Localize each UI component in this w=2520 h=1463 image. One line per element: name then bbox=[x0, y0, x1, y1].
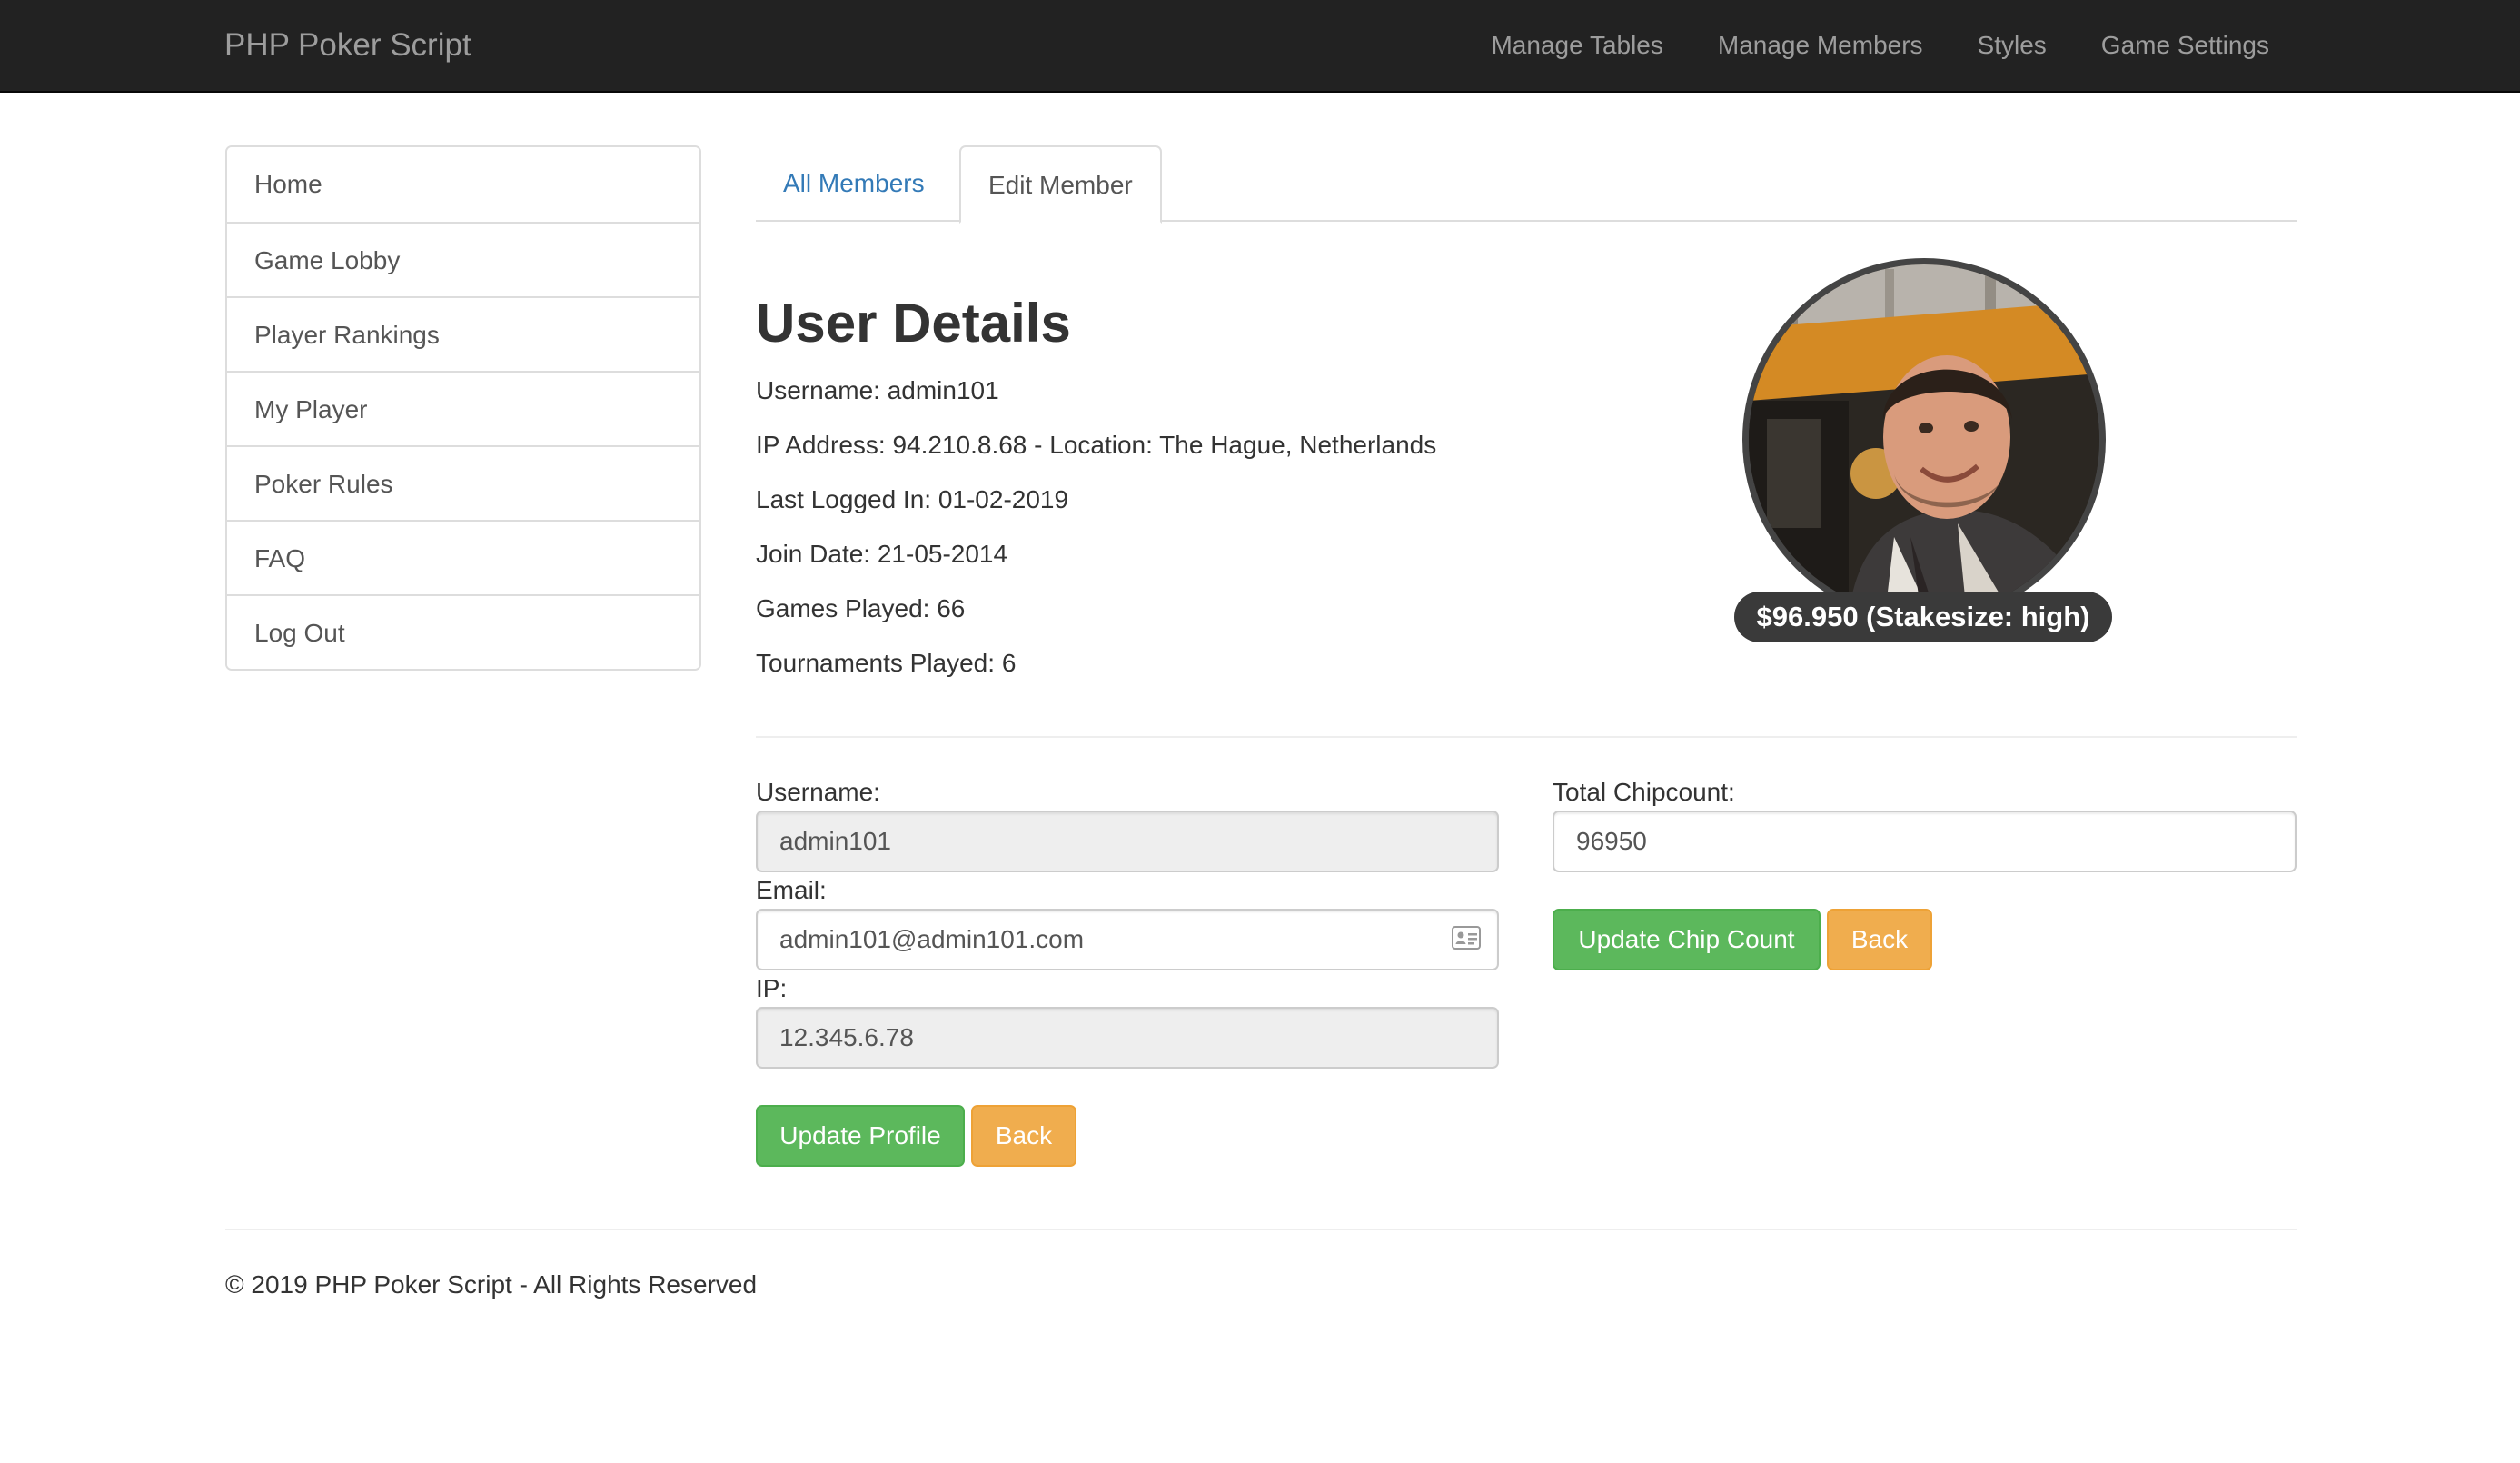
back-button[interactable]: Back bbox=[971, 1105, 1076, 1167]
ip-field[interactable] bbox=[756, 1007, 1499, 1069]
nav-manage-tables[interactable]: Manage Tables bbox=[1491, 27, 1662, 64]
nav-links: Manage Tables Manage Members Styles Game… bbox=[1491, 27, 2269, 64]
member-tabs: All Members Edit Member bbox=[756, 145, 2297, 224]
update-profile-button[interactable]: Update Profile bbox=[756, 1105, 965, 1167]
sidebar-menu: Home Game Lobby Player Rankings My Playe… bbox=[225, 145, 701, 671]
sidebar-item-home[interactable]: Home bbox=[227, 147, 699, 222]
chip-back-button[interactable]: Back bbox=[1827, 909, 1932, 970]
update-chip-count-button[interactable]: Update Chip Count bbox=[1553, 909, 1821, 970]
detail-tournaments-played: Tournaments Played: 6 bbox=[756, 649, 1017, 677]
tab-edit-member[interactable]: Edit Member bbox=[959, 145, 1162, 224]
ip-label: IP: bbox=[756, 974, 788, 1002]
email-label: Email: bbox=[756, 876, 827, 904]
username-label: Username: bbox=[756, 778, 880, 806]
sidebar-item-poker-rules[interactable]: Poker Rules bbox=[227, 445, 699, 520]
sidebar-item-game-lobby[interactable]: Game Lobby bbox=[227, 222, 699, 296]
username-field[interactable] bbox=[756, 811, 1499, 872]
chipcount-field[interactable] bbox=[1553, 811, 2297, 872]
detail-username: Username: admin101 bbox=[756, 376, 999, 404]
top-navbar: PHP Poker Script Manage Tables Manage Me… bbox=[0, 0, 2520, 93]
chip-count-badge: $96.950 (Stakesize: high) bbox=[1734, 592, 2112, 642]
detail-last-logged: Last Logged In: 01-02-2019 bbox=[756, 485, 1069, 513]
sidebar-item-my-player[interactable]: My Player bbox=[227, 371, 699, 445]
footer-divider bbox=[225, 1229, 2297, 1230]
nav-game-settings[interactable]: Game Settings bbox=[2101, 27, 2269, 64]
avatar bbox=[1742, 258, 2106, 622]
contact-card-icon bbox=[1452, 926, 1481, 950]
nav-styles[interactable]: Styles bbox=[1978, 27, 2047, 64]
sidebar-item-faq[interactable]: FAQ bbox=[227, 520, 699, 594]
tab-all-members[interactable]: All Members bbox=[756, 145, 952, 222]
footer-copyright: © 2019 PHP Poker Script - All Rights Res… bbox=[225, 1270, 758, 1299]
chipcount-label: Total Chipcount: bbox=[1553, 778, 1735, 806]
detail-join-date: Join Date: 21-05-2014 bbox=[756, 540, 1008, 568]
section-divider bbox=[756, 736, 2297, 738]
email-field[interactable] bbox=[756, 909, 1499, 970]
detail-games-played: Games Played: 66 bbox=[756, 594, 966, 622]
sidebar-item-player-rankings[interactable]: Player Rankings bbox=[227, 296, 699, 371]
page-title: User Details bbox=[756, 293, 1071, 353]
avatar-photo bbox=[1749, 264, 2099, 615]
sidebar-item-log-out[interactable]: Log Out bbox=[227, 594, 699, 669]
detail-ip-location: IP Address: 94.210.8.68 - Location: The … bbox=[756, 431, 1437, 459]
brand-link[interactable]: PHP Poker Script bbox=[224, 24, 471, 67]
nav-manage-members[interactable]: Manage Members bbox=[1718, 27, 1923, 64]
